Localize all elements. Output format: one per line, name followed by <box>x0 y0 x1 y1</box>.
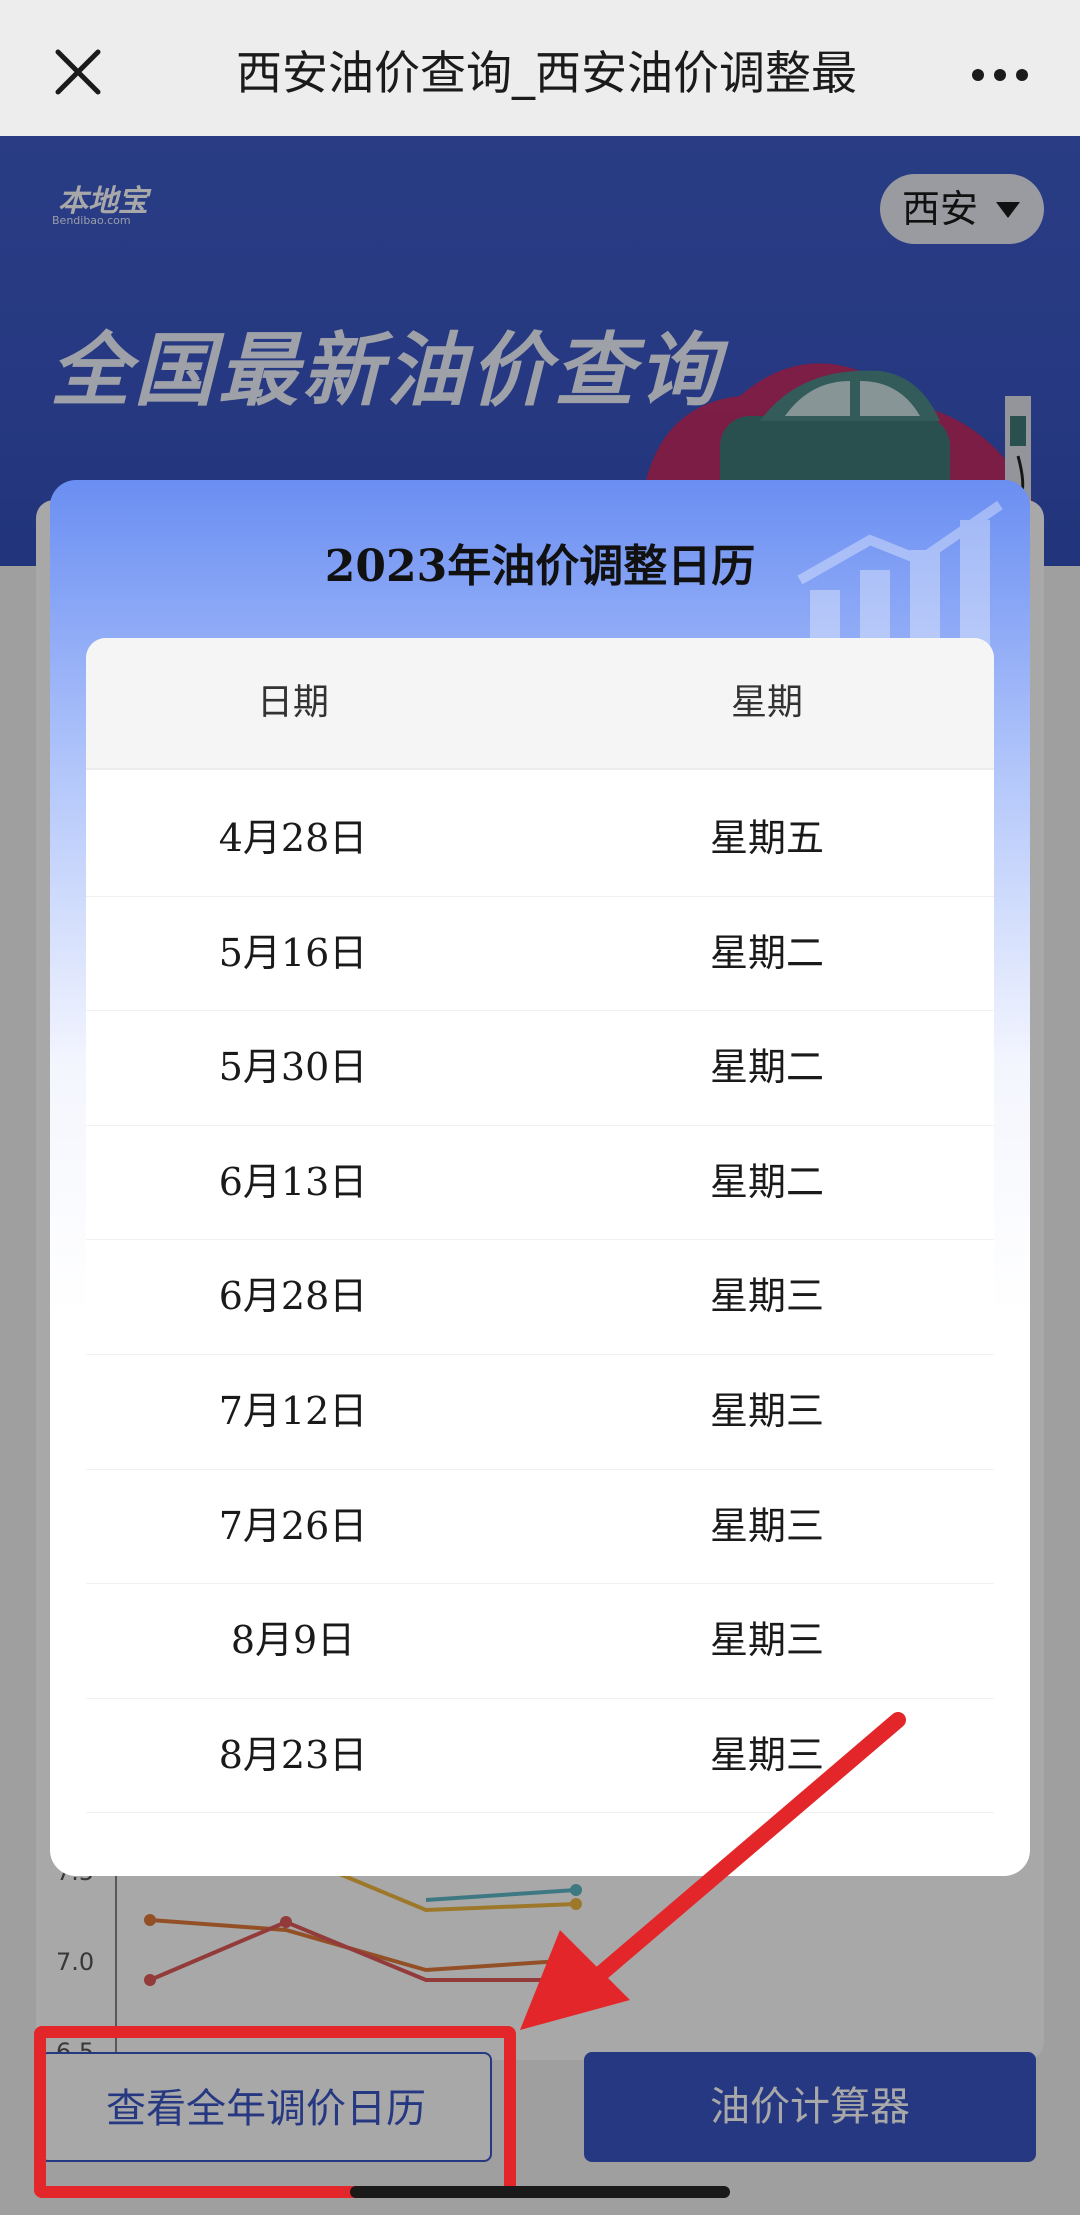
date-cell: 6月28日 <box>218 1274 368 1319</box>
table-row: 7月12日 星期三 <box>86 1355 994 1470</box>
annotation-arrow-icon <box>520 1712 906 2030</box>
weekday-cell: 星期五 <box>709 816 824 860</box>
weekday-cell: 星期三 <box>709 1274 824 1319</box>
more-icon[interactable] <box>970 60 1030 90</box>
weekday-cell: 星期三 <box>709 1388 824 1433</box>
modal-title: 2023年油价调整日历 <box>324 541 756 592</box>
date-cell: 5月30日 <box>218 1045 368 1090</box>
date-cell: 8月9日 <box>230 1618 356 1663</box>
calendar-modal: 2023年油价调整日历 日期 星期 4月28日 星期五 5月16日 星期二 5月… <box>50 480 1030 1876</box>
date-cell: 7月26日 <box>218 1503 368 1548</box>
table-row: 7月26日 星期三 <box>86 1470 994 1585</box>
date-cell: 7月12日 <box>218 1388 368 1433</box>
home-indicator <box>350 2186 730 2198</box>
annotation-highlight-box <box>34 2026 516 2198</box>
table-row: 6月13日 星期二 <box>86 1126 994 1241</box>
date-cell: 5月16日 <box>218 930 368 975</box>
weekday-cell: 星期二 <box>709 1159 824 1204</box>
table-row: 5月16日 星期二 <box>86 897 994 1012</box>
page-title: 西安油价查询_西安油价调整最 <box>236 46 857 100</box>
weekday-cell: 星期二 <box>709 930 824 975</box>
table-header: 日期 星期 <box>86 638 994 770</box>
weekday-cell: 星期三 <box>709 1618 824 1663</box>
weekday-cell: 星期二 <box>709 1045 824 1090</box>
calendar-table[interactable]: 日期 星期 4月28日 星期五 5月16日 星期二 5月30日 星期二 6月13… <box>86 638 994 1834</box>
close-icon[interactable] <box>48 42 108 102</box>
weekday-cell: 星期三 <box>709 1503 824 1548</box>
date-cell: 6月13日 <box>218 1159 368 1204</box>
table-row: 5月30日 星期二 <box>86 1011 994 1126</box>
table-body[interactable]: 4月28日 星期五 5月16日 星期二 5月30日 星期二 6月13日 星期二 … <box>86 770 994 1814</box>
table-row: 8月9日 星期三 <box>86 1584 994 1699</box>
table-row: 4月28日 星期五 <box>86 782 994 897</box>
column-header-date: 日期 <box>256 682 329 723</box>
table-row: 6月28日 星期三 <box>86 1240 994 1355</box>
date-cell: 4月28日 <box>218 816 368 860</box>
column-header-weekday: 星期 <box>730 682 803 723</box>
top-bar: 西安油价查询_西安油价调整最 <box>0 0 1080 136</box>
date-cell: 8月23日 <box>218 1732 368 1777</box>
